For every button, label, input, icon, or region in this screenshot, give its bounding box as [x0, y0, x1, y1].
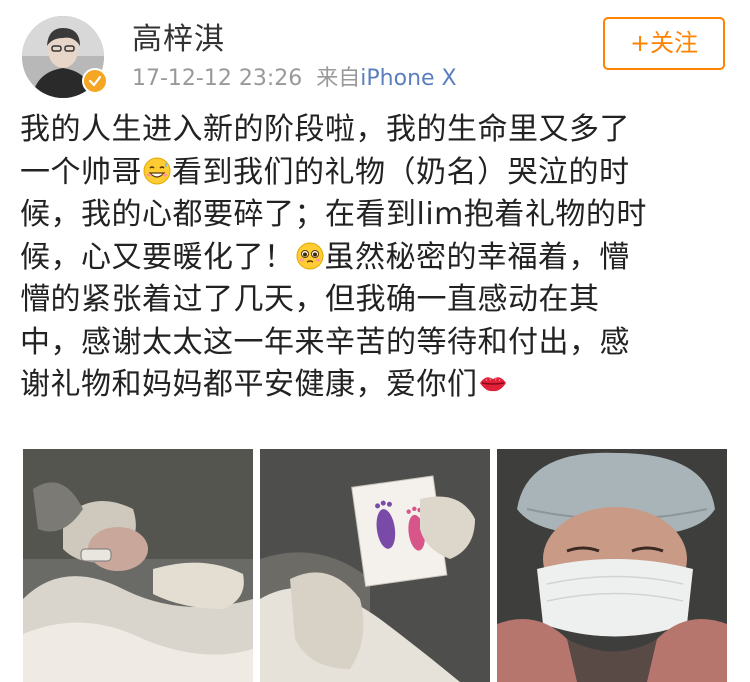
- content-text: 中，感谢太太这一年来辛苦的等待和付出，感: [20, 324, 630, 360]
- newborn-hands-photo: [23, 449, 253, 682]
- photo-thumbnail-3[interactable]: [497, 449, 727, 682]
- content-line: 一个帅哥 看到我们的礼物（奶名）哭泣的时: [20, 152, 732, 195]
- content-line: 懵的紧张着过了几天，但我确一直感动在其: [20, 279, 732, 322]
- kiss-lips-emoji-icon: [479, 377, 506, 392]
- content-line: 中，感谢太太这一年来辛苦的等待和付出，感: [20, 322, 732, 365]
- teary-emoji-icon: [296, 242, 323, 269]
- follow-button[interactable]: +关注: [603, 17, 725, 70]
- photo-thumbnail-1[interactable]: [23, 449, 253, 682]
- username[interactable]: 高梓淇: [132, 14, 225, 58]
- source-prefix: 来自: [316, 66, 361, 91]
- content-line: 谢礼物和妈妈都平安健康，爱你们: [20, 364, 732, 407]
- content-line: 候，我的心都要碎了；在看到lim抱着礼物的时: [20, 194, 732, 237]
- photo-thumbnail-2[interactable]: [260, 449, 490, 682]
- content-text: 虽然秘密的幸福着，懵: [324, 239, 630, 275]
- content-text: 候，心又要暖化了！: [20, 239, 295, 275]
- footprint-card-photo: [260, 449, 490, 682]
- photo-grid: [23, 449, 727, 682]
- content-text: 看到我们的礼物（奶名）哭泣的时: [172, 154, 630, 190]
- post-content: 我的人生进入新的阶段啦，我的生命里又多了 一个帅哥 看到我们的礼物（奶名）哭泣的…: [20, 109, 732, 407]
- content-line: 我的人生进入新的阶段啦，我的生命里又多了: [20, 109, 732, 152]
- grin-sweat-emoji-icon: [143, 157, 171, 184]
- post-header: 高梓淇 17-12-12 23:26 来自iPhone X +关注: [0, 0, 750, 100]
- content-text: 我的人生进入新的阶段啦，我的生命里又多了: [20, 112, 630, 147]
- verified-badge-icon: [82, 68, 108, 94]
- timestamp: 17-12-12 23:26: [132, 66, 303, 91]
- source-link[interactable]: iPhone X: [360, 66, 456, 91]
- content-text: 一个帅哥: [20, 154, 142, 190]
- post-meta: 17-12-12 23:26 来自iPhone X: [132, 60, 457, 92]
- content-text: 候，我的心都要碎了；在看到lim抱着礼物的时: [20, 197, 647, 232]
- surgical-cap-photo: [497, 449, 727, 682]
- content-text: 懵的紧张着过了几天，但我确一直感动在其: [20, 282, 600, 317]
- content-text: 谢礼物和妈妈都平安健康，爱你们: [20, 367, 478, 402]
- content-line: 候，心又要暖化了！ 虽然秘密的幸福着，懵: [20, 237, 732, 280]
